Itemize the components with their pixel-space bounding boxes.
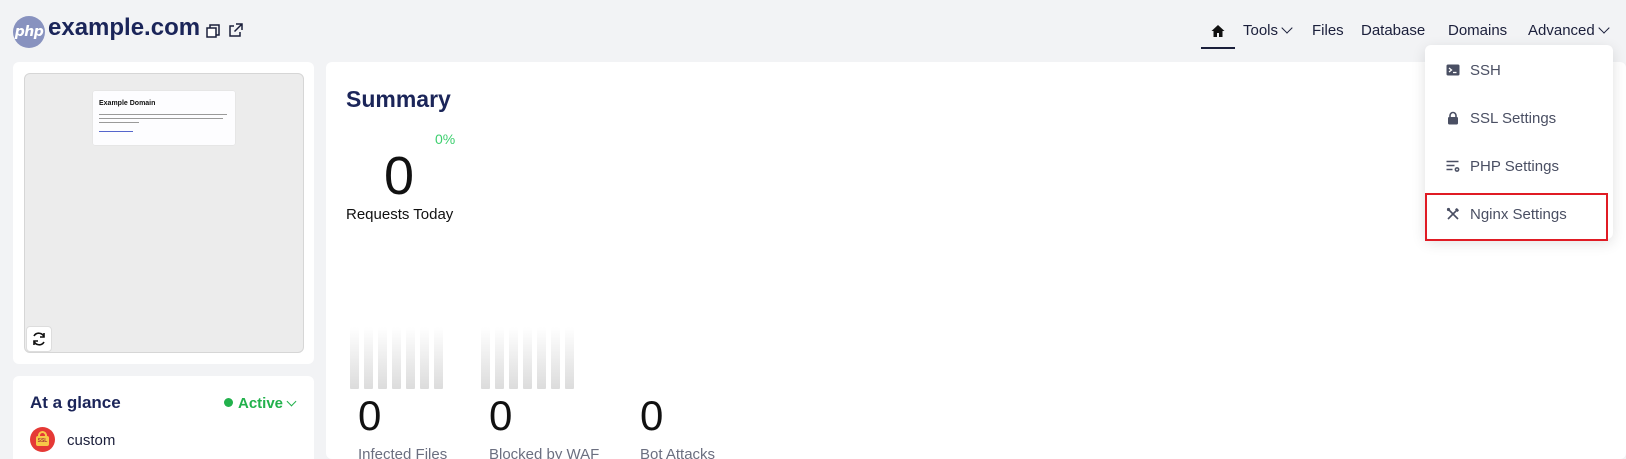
- nav-tools[interactable]: Tools: [1243, 22, 1293, 39]
- top-header: php example.com Tools Files Database Dom…: [0, 0, 1626, 60]
- requests-today-value: 0: [384, 146, 415, 206]
- chevron-down-icon: [1281, 22, 1293, 34]
- nav-database[interactable]: Database: [1361, 22, 1425, 39]
- ssl-type-label: custom: [67, 432, 116, 449]
- lock-icon: [1448, 111, 1458, 125]
- requests-today-label: Requests Today: [346, 206, 454, 223]
- status-label: Active: [238, 395, 284, 412]
- settings-list-icon: [1446, 160, 1460, 172]
- highlight-box: [1425, 193, 1608, 241]
- blocked-waf-value: 0: [489, 392, 513, 439]
- refresh-icon: [33, 332, 45, 346]
- nav-domains[interactable]: Domains: [1448, 22, 1507, 39]
- status-dot-icon: [224, 398, 233, 407]
- bot-attacks-value: 0: [640, 392, 664, 439]
- refresh-preview-button[interactable]: [26, 326, 52, 352]
- preview-page-title: Example Domain: [99, 100, 156, 107]
- external-link-icon[interactable]: [228, 23, 243, 38]
- at-a-glance-title: At a glance: [30, 393, 121, 412]
- requests-change-percent: 0%: [435, 131, 456, 147]
- infected-files-label: Infected Files: [358, 446, 448, 459]
- at-a-glance-card: [13, 376, 314, 459]
- chevron-down-icon: [1598, 22, 1610, 34]
- blocked-waf-label: Blocked by WAF: [489, 446, 600, 459]
- copy-icon[interactable]: [206, 24, 220, 38]
- active-tab-underline: [1201, 47, 1235, 49]
- tab-home[interactable]: [1201, 19, 1235, 49]
- preview-text-line: [99, 114, 227, 115]
- preview-text-line: [99, 122, 139, 123]
- nav-advanced-label: Advanced: [1528, 22, 1595, 39]
- site-status-dropdown[interactable]: Active: [224, 395, 297, 412]
- php-logo-icon: php: [13, 16, 45, 48]
- menu-item-label: PHP Settings: [1470, 158, 1559, 175]
- nav-files[interactable]: Files: [1312, 22, 1344, 39]
- menu-item-ssl-settings[interactable]: SSL Settings: [1425, 96, 1613, 142]
- summary-title: Summary: [346, 86, 451, 112]
- ssl-lock-icon: SSL: [30, 427, 55, 452]
- terminal-icon: [1446, 64, 1460, 76]
- preview-text-line: [99, 118, 223, 119]
- menu-item-php-settings[interactable]: PHP Settings: [1425, 144, 1613, 190]
- menu-item-ssh[interactable]: SSH: [1425, 48, 1613, 94]
- home-icon: [1211, 25, 1225, 37]
- preview-page-content: Example Domain: [93, 91, 235, 145]
- nav-tools-label: Tools: [1243, 22, 1279, 39]
- domain-title: example.com: [48, 14, 201, 41]
- nav-advanced[interactable]: Advanced: [1528, 22, 1610, 39]
- menu-item-label: SSH: [1470, 62, 1501, 79]
- infected-files-value: 0: [358, 392, 382, 439]
- menu-item-label: SSL Settings: [1470, 110, 1557, 127]
- chevron-down-icon: [286, 396, 297, 407]
- bot-attacks-label: Bot Attacks: [640, 446, 716, 459]
- preview-link: [99, 131, 133, 132]
